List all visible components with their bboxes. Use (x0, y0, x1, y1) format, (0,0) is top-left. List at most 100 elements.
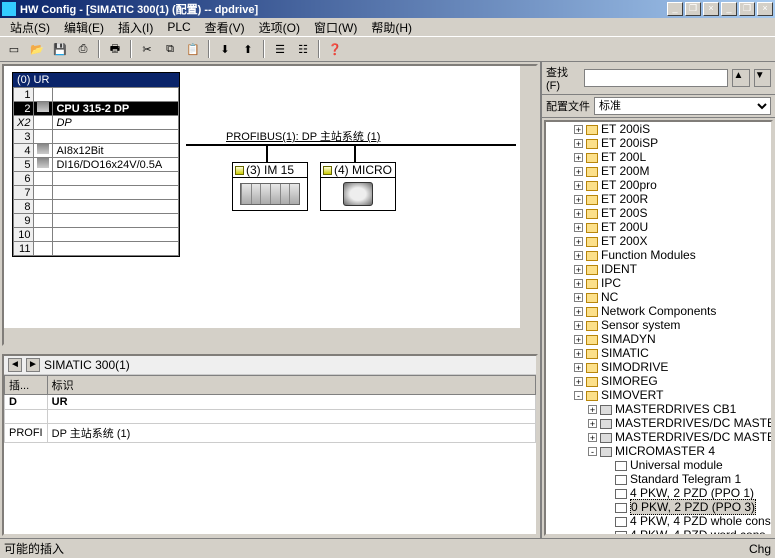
minimize-button[interactable]: _ (667, 2, 683, 16)
tree-node[interactable]: +ET 200iSP (574, 136, 771, 150)
tree-node[interactable]: +ET 200X (574, 234, 771, 248)
tree-node[interactable]: Universal module (602, 458, 771, 472)
tool-new[interactable]: ▭ (4, 39, 24, 59)
expander-icon[interactable]: + (574, 139, 583, 148)
rack-row[interactable]: 5DI16/DO16x24V/0.5A (14, 158, 179, 172)
title-bar[interactable]: HW Config - [SIMATIC 300(1) (配置) -- dpdr… (0, 0, 775, 18)
close-button[interactable]: × (703, 2, 719, 16)
expander-icon[interactable]: + (574, 223, 583, 232)
mdi-close-button[interactable]: × (757, 2, 773, 16)
menu-edit[interactable]: 编辑(E) (58, 18, 110, 37)
tree-node[interactable]: +ET 200R (574, 192, 771, 206)
bus-line[interactable] (186, 144, 516, 146)
tree-node[interactable]: 4 PKW, 2 PZD (PPO 1) (602, 486, 771, 500)
menu-view[interactable]: 查看(V) (199, 18, 251, 37)
bus-label[interactable]: PROFIBUS(1): DP 主站系统 (1) (226, 128, 380, 144)
expander-icon[interactable]: + (574, 195, 583, 204)
rack-row[interactable]: 4AI8x12Bit (14, 144, 179, 158)
tree-node[interactable]: +MASTERDRIVES/DC MASTER CBP2 DPV1 (588, 430, 771, 444)
find-input[interactable] (584, 69, 728, 87)
tree-node[interactable]: +IDENT (574, 262, 771, 276)
expander-icon[interactable]: + (574, 363, 583, 372)
tree-node[interactable]: +MASTERDRIVES CB1 (588, 402, 771, 416)
rack-row[interactable]: 8 (14, 200, 179, 214)
nav-prev-button[interactable]: ◄ (8, 358, 22, 372)
tree-node[interactable]: 4 PKW, 4 PZD word cons. (602, 528, 771, 536)
tree-node[interactable]: +ET 200pro (574, 178, 771, 192)
rack-row[interactable]: 1 (14, 88, 179, 102)
find-up-button[interactable]: ▲ (732, 69, 749, 87)
station-canvas[interactable]: (0) UR 12CPU 315-2 DPX2DP34AI8x12Bit5DI1… (2, 64, 538, 346)
tree-node[interactable]: +ET 200L (574, 150, 771, 164)
menu-plc[interactable]: PLC (161, 19, 196, 35)
expander-icon[interactable]: + (574, 279, 583, 288)
canvas-vscroll[interactable] (520, 66, 536, 344)
tree-node[interactable]: +MASTERDRIVES/DC MASTER CBPx (588, 416, 771, 430)
tree-node[interactable]: +ET 200iS (574, 122, 771, 136)
expander-icon[interactable]: + (574, 153, 583, 162)
tree-node[interactable]: +Function Modules (574, 248, 771, 262)
tool-paste[interactable]: 📋 (183, 39, 203, 59)
rack-row[interactable]: 2CPU 315-2 DP (14, 102, 179, 116)
tool-copy[interactable]: ⧉ (160, 39, 180, 59)
table-row[interactable] (5, 410, 536, 424)
mdi-restore-button[interactable]: ❐ (739, 2, 755, 16)
tool-download[interactable]: ⬇ (215, 39, 235, 59)
menu-window[interactable]: 窗口(W) (308, 18, 363, 37)
tool-netconfig[interactable]: ☷ (293, 39, 313, 59)
expander-icon[interactable]: + (574, 251, 583, 260)
expander-icon[interactable]: + (574, 349, 583, 358)
dp-slave-device[interactable]: (3) IM 15 (232, 162, 308, 211)
tree-node[interactable]: +ET 200S (574, 206, 771, 220)
mdi-minimize-button[interactable]: _ (721, 2, 737, 16)
menu-station[interactable]: 站点(S) (4, 18, 56, 37)
rack-window[interactable]: (0) UR 12CPU 315-2 DPX2DP34AI8x12Bit5DI1… (12, 72, 180, 257)
col-desig[interactable]: 标识 (47, 376, 535, 395)
tree-node[interactable]: +SIMODRIVE (574, 360, 771, 374)
tool-save[interactable]: 💾 (50, 39, 70, 59)
tree-node[interactable]: -SIMOVERT+MASTERDRIVES CB1+MASTERDRIVES/… (574, 388, 771, 536)
profile-select[interactable]: 标准 (594, 97, 771, 115)
tool-print[interactable]: 🖶 (105, 39, 125, 59)
rack-row[interactable]: X2DP (14, 116, 179, 130)
menu-insert[interactable]: 插入(I) (112, 18, 159, 37)
expander-icon[interactable]: + (574, 125, 583, 134)
tool-savecompile[interactable]: ⎙ (73, 39, 93, 59)
dp-slave-device[interactable]: (4) MICRO (320, 162, 396, 211)
tree-node[interactable]: -MICROMASTER 4Universal moduleStandard T… (588, 444, 771, 536)
tree-node[interactable]: Standard Telegram 1 (602, 472, 771, 486)
rack-title[interactable]: (0) UR (13, 73, 179, 87)
menu-options[interactable]: 选项(O) (253, 18, 306, 37)
tree-node[interactable]: +Network Components (574, 304, 771, 318)
tree-node[interactable]: +Sensor system (574, 318, 771, 332)
expander-icon[interactable]: + (574, 321, 583, 330)
rack-row[interactable]: 7 (14, 186, 179, 200)
tree-node[interactable]: +SIMOREG (574, 374, 771, 388)
rack-row[interactable]: 10 (14, 228, 179, 242)
table-row[interactable]: DUR (5, 395, 536, 410)
tool-open[interactable]: 📂 (27, 39, 47, 59)
tool-cut[interactable]: ✂ (137, 39, 157, 59)
expander-icon[interactable]: + (574, 265, 583, 274)
tree-node[interactable]: +ET 200M (574, 164, 771, 178)
expander-icon[interactable]: + (574, 181, 583, 190)
expander-icon[interactable]: + (588, 405, 597, 414)
expander-icon[interactable]: - (574, 391, 583, 400)
tree-node[interactable]: +NC (574, 290, 771, 304)
rack-row[interactable]: 9 (14, 214, 179, 228)
tool-catalog[interactable]: ☰ (270, 39, 290, 59)
restore-button[interactable]: ❐ (685, 2, 701, 16)
find-down-button[interactable]: ▼ (754, 69, 771, 87)
rack-row[interactable]: 6 (14, 172, 179, 186)
expander-icon[interactable]: + (574, 293, 583, 302)
tool-upload[interactable]: ⬆ (238, 39, 258, 59)
expander-icon[interactable]: + (574, 209, 583, 218)
tool-help[interactable]: ❓ (325, 39, 345, 59)
tree-node[interactable]: 4 PKW, 4 PZD whole cons. (602, 514, 771, 528)
expander-icon[interactable]: + (574, 335, 583, 344)
expander-icon[interactable]: + (588, 433, 597, 442)
col-slot[interactable]: 插... (5, 376, 48, 395)
tree-node[interactable]: +ET 200U (574, 220, 771, 234)
expander-icon[interactable]: + (574, 237, 583, 246)
tree-node[interactable]: +SIMADYN (574, 332, 771, 346)
